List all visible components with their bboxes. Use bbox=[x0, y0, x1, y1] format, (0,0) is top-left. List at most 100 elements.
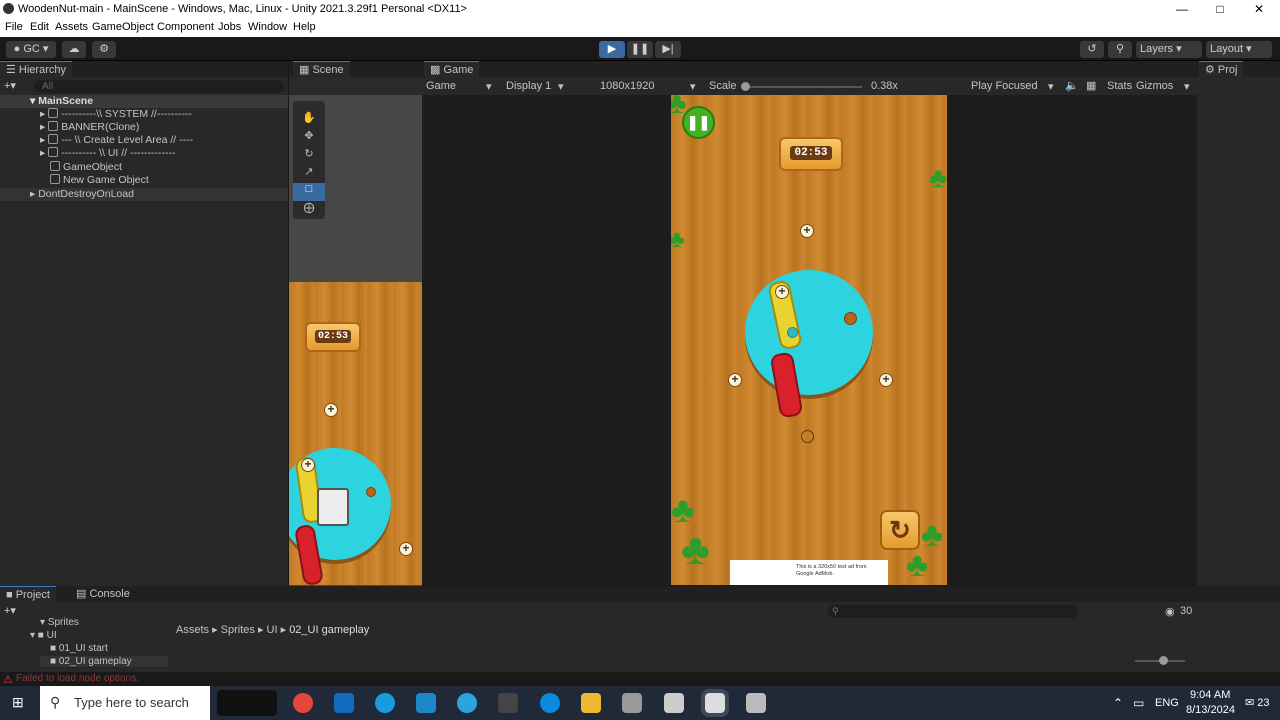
scene-view[interactable]: 02:53 + + + bbox=[289, 282, 422, 585]
tab-hierarchy[interactable]: ☰ Hierarchy bbox=[0, 61, 72, 77]
screw-icon: + bbox=[301, 458, 315, 472]
unity-hub-icon[interactable] bbox=[622, 693, 642, 713]
menu-assets[interactable]: Assets bbox=[55, 21, 88, 33]
clock-time[interactable]: 9:04 AM bbox=[1190, 689, 1230, 701]
hierarchy-search-input[interactable]: All bbox=[34, 80, 284, 93]
transform-tool-icon[interactable]: ⨁ bbox=[293, 201, 325, 219]
breadcrumb-ui[interactable]: UI bbox=[267, 624, 278, 636]
layers-dropdown[interactable]: Layers ▾ bbox=[1136, 41, 1202, 58]
game-view[interactable]: ❚❚ 02:53 + + + + ♣ ♣ ♣ ♣ ♣ ♣ ♣ ↻ This is… bbox=[671, 95, 947, 585]
tab-scene[interactable]: ▦ Scene bbox=[293, 61, 350, 77]
hierarchy-item-mainscene[interactable]: ▾ MainScene bbox=[0, 95, 288, 108]
menu-window[interactable]: Window bbox=[248, 21, 287, 33]
hierarchy-item-dontdestroyonload[interactable]: ▸ DontDestroyOnLoad bbox=[0, 188, 288, 201]
menu-component[interactable]: Component bbox=[157, 21, 214, 33]
pause-button[interactable]: ❚❚ bbox=[627, 41, 653, 58]
search-icon[interactable]: ⚲ bbox=[1108, 41, 1132, 58]
taskbar-search-input[interactable]: Type here to search bbox=[40, 686, 210, 720]
skype-icon[interactable] bbox=[540, 693, 560, 713]
scene-timer-text: 02:53 bbox=[314, 330, 351, 343]
language-indicator[interactable]: ENG bbox=[1155, 697, 1179, 709]
scene-toolbar bbox=[289, 77, 422, 95]
telegram-icon[interactable] bbox=[457, 693, 477, 713]
hierarchy-item-banner[interactable]: ▸ BANNER(Clone) bbox=[0, 121, 288, 134]
breadcrumb-sprites[interactable]: Sprites bbox=[221, 624, 255, 636]
breadcrumb-02-ui-gameplay[interactable]: 02_UI gameplay bbox=[289, 624, 369, 636]
tab-game[interactable]: ▩ Game bbox=[424, 61, 480, 77]
play-focused-dropdown[interactable]: Play Focused ▾ bbox=[971, 80, 1057, 93]
scale-value: 0.38x bbox=[871, 80, 898, 92]
hierarchy-item-system[interactable]: ▸ ----------\\ SYSTEM //---------- bbox=[0, 108, 288, 121]
tree-item-ui[interactable]: ▾ ■ UI bbox=[30, 630, 57, 641]
taskbar-search-placeholder: Type here to search bbox=[74, 695, 189, 710]
hand-tool-icon[interactable]: ✋ bbox=[293, 111, 325, 129]
gizmos-dropdown[interactable]: Gizmos ▾ bbox=[1136, 80, 1192, 93]
settings-icon[interactable] bbox=[498, 693, 518, 713]
app-icon[interactable] bbox=[746, 693, 766, 713]
minimize-icon[interactable]: — bbox=[1162, 0, 1202, 19]
unity-icon[interactable] bbox=[664, 693, 684, 713]
beecell-app-icon[interactable] bbox=[217, 690, 277, 716]
play-button[interactable]: ▶ bbox=[599, 41, 625, 58]
collab-icon[interactable]: ⚙ bbox=[92, 41, 116, 58]
pause-game-button[interactable]: ❚❚ bbox=[682, 106, 715, 139]
create-asset-button[interactable]: +▾ bbox=[4, 604, 16, 617]
game-mode-dropdown[interactable]: Game ▾ bbox=[426, 80, 496, 93]
hierarchy-item-ui[interactable]: ▸ ---------- \\ UI // ------------- bbox=[0, 147, 288, 160]
unity-editor-active-icon[interactable] bbox=[701, 689, 729, 717]
tree-item-02-ui-gameplay[interactable]: ■ 02_UI gameplay bbox=[40, 656, 168, 667]
hierarchy-item-gameobject[interactable]: GameObject bbox=[0, 161, 288, 174]
admob-test-banner[interactable]: This is a 320x50 test ad from Google AdM… bbox=[730, 560, 888, 585]
mute-audio-icon[interactable]: 🔈 bbox=[1065, 79, 1079, 92]
menu-edit[interactable]: Edit bbox=[30, 21, 49, 33]
stats-button[interactable]: Stats bbox=[1107, 80, 1132, 92]
grid-icon[interactable]: ▦ bbox=[1086, 79, 1096, 92]
scale-tool-icon[interactable]: ↗ bbox=[293, 165, 325, 183]
project-search-input[interactable]: ⚲ bbox=[828, 605, 1078, 618]
file-explorer-icon[interactable] bbox=[581, 693, 601, 713]
menu-jobs[interactable]: Jobs bbox=[218, 21, 241, 33]
restart-button[interactable]: ↻ bbox=[880, 510, 920, 550]
scale-slider-handle[interactable] bbox=[741, 82, 750, 91]
history-icon[interactable]: ↺ bbox=[1080, 41, 1104, 58]
add-object-button[interactable]: +▾ bbox=[4, 79, 24, 93]
status-message[interactable]: Failed to load node options. bbox=[16, 673, 139, 684]
hidden-packages-icon[interactable]: ◉ bbox=[1165, 605, 1175, 618]
screw-icon: + bbox=[399, 542, 413, 556]
status-bar: ⚠ Failed to load node options. bbox=[0, 672, 1280, 686]
chrome-icon[interactable] bbox=[293, 693, 313, 713]
hierarchy-item-create-level[interactable]: ▸ --- \\ Create Level Area // ---- bbox=[0, 134, 288, 147]
breadcrumb-assets[interactable]: Assets bbox=[176, 624, 209, 636]
clock-date[interactable]: 8/13/2024 bbox=[1186, 704, 1235, 716]
store-icon[interactable] bbox=[416, 693, 436, 713]
hierarchy-item-label: MainScene bbox=[38, 95, 94, 107]
hierarchy-item-new-game-object[interactable]: New Game Object bbox=[0, 174, 288, 187]
maximize-icon[interactable]: □ bbox=[1200, 0, 1240, 19]
layout-dropdown[interactable]: Layout ▾ bbox=[1206, 41, 1272, 58]
resolution-dropdown[interactable]: 1080x1920 ▾ bbox=[600, 80, 700, 93]
menu-help[interactable]: Help bbox=[293, 21, 316, 33]
tray-expand-icon[interactable]: ⌃ bbox=[1113, 696, 1123, 710]
notification-icon[interactable]: ✉ 23 bbox=[1245, 696, 1270, 709]
cloud-icon[interactable]: ☁ bbox=[62, 41, 86, 58]
tab-project[interactable]: ■ Project bbox=[0, 586, 56, 602]
move-tool-icon[interactable]: ✥ bbox=[293, 129, 325, 147]
rect-tool-icon[interactable]: □ bbox=[293, 183, 325, 201]
scale-slider[interactable] bbox=[742, 86, 862, 88]
windows-start-icon[interactable]: ⊞ bbox=[12, 694, 24, 711]
tree-item-sprites[interactable]: ▾ Sprites bbox=[40, 617, 79, 628]
menu-file[interactable]: File bbox=[5, 21, 23, 33]
edge-icon[interactable] bbox=[375, 693, 395, 713]
step-button[interactable]: ▶| bbox=[655, 41, 681, 58]
outlook-icon[interactable] bbox=[334, 693, 354, 713]
thumbnail-size-handle[interactable] bbox=[1159, 656, 1168, 665]
tree-item-01-ui-start[interactable]: ■ 01_UI start bbox=[50, 643, 108, 654]
account-button[interactable]: ● GC ▾ bbox=[6, 41, 56, 58]
tab-project-right[interactable]: ⚙ Proj bbox=[1199, 61, 1244, 77]
tab-console[interactable]: ▤ Console bbox=[70, 586, 136, 602]
display-dropdown[interactable]: Display 1 ▾ bbox=[506, 80, 568, 93]
close-icon[interactable]: ✕ bbox=[1239, 0, 1279, 19]
menu-gameobject[interactable]: GameObject bbox=[92, 21, 154, 33]
screw-icon: + bbox=[800, 224, 814, 238]
rotate-tool-icon[interactable]: ↻ bbox=[293, 147, 325, 165]
